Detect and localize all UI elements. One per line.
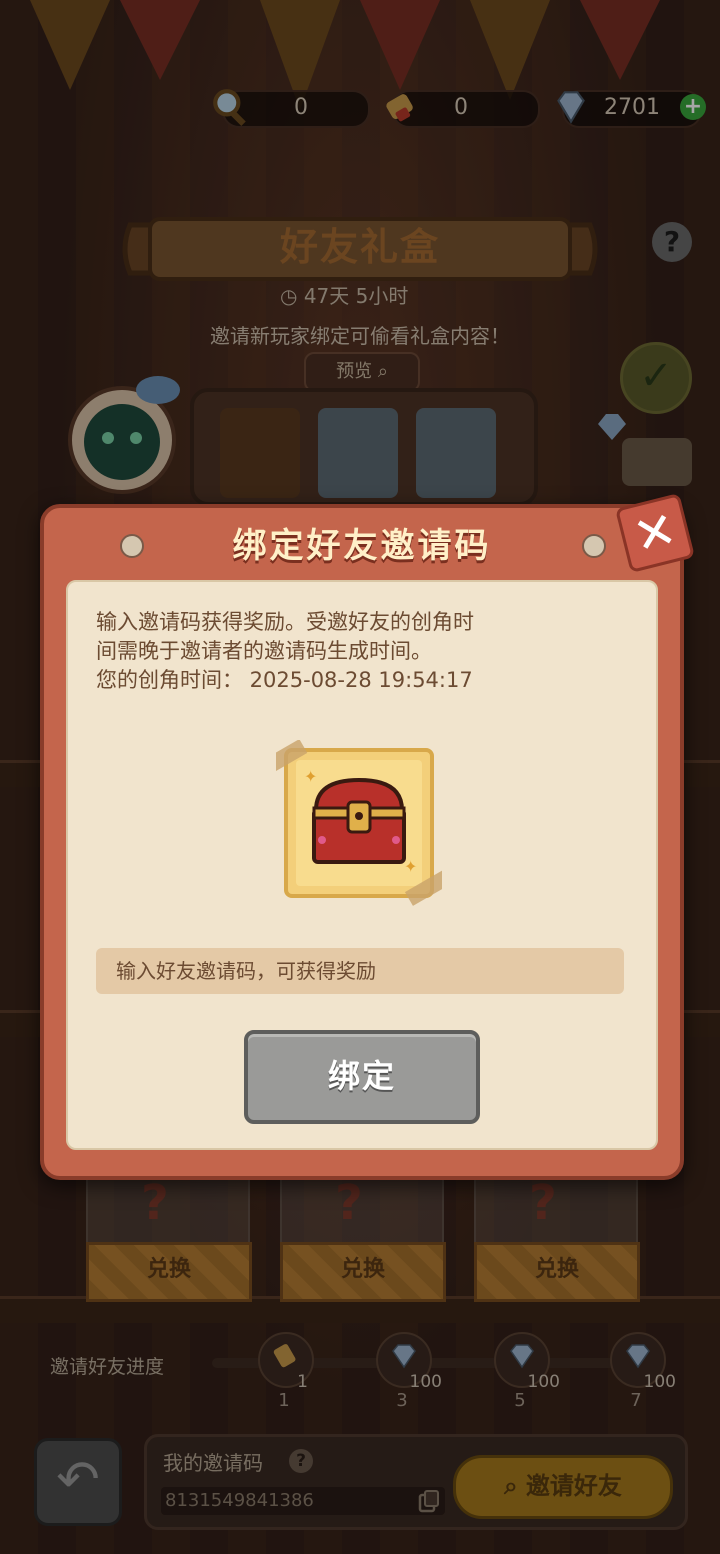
svg-text:✦: ✦ (304, 767, 317, 786)
description-line: 输入邀请码获得奖励。受邀好友的创角时 (96, 610, 474, 634)
description-line: 您的创角时间： 2025-08-28 19:54:17 (96, 668, 473, 692)
rivet (582, 534, 606, 558)
modal-description: 输入邀请码获得奖励。受邀好友的创角时 间需晚于邀请者的邀请码生成时间。 您的创角… (96, 608, 626, 695)
invite-code-placeholder: 输入好友邀请码，可获得奖励 (116, 959, 376, 983)
description-line: 间需晚于邀请者的邀请码生成时间。 (96, 639, 432, 663)
rivet (120, 534, 144, 558)
invite-code-input[interactable]: 输入好友邀请码，可获得奖励 (96, 948, 624, 994)
treasure-chest-icon: ✦ ✦ (276, 740, 442, 906)
bind-button[interactable]: 绑定 (244, 1030, 480, 1124)
svg-text:✦: ✦ (404, 857, 417, 876)
